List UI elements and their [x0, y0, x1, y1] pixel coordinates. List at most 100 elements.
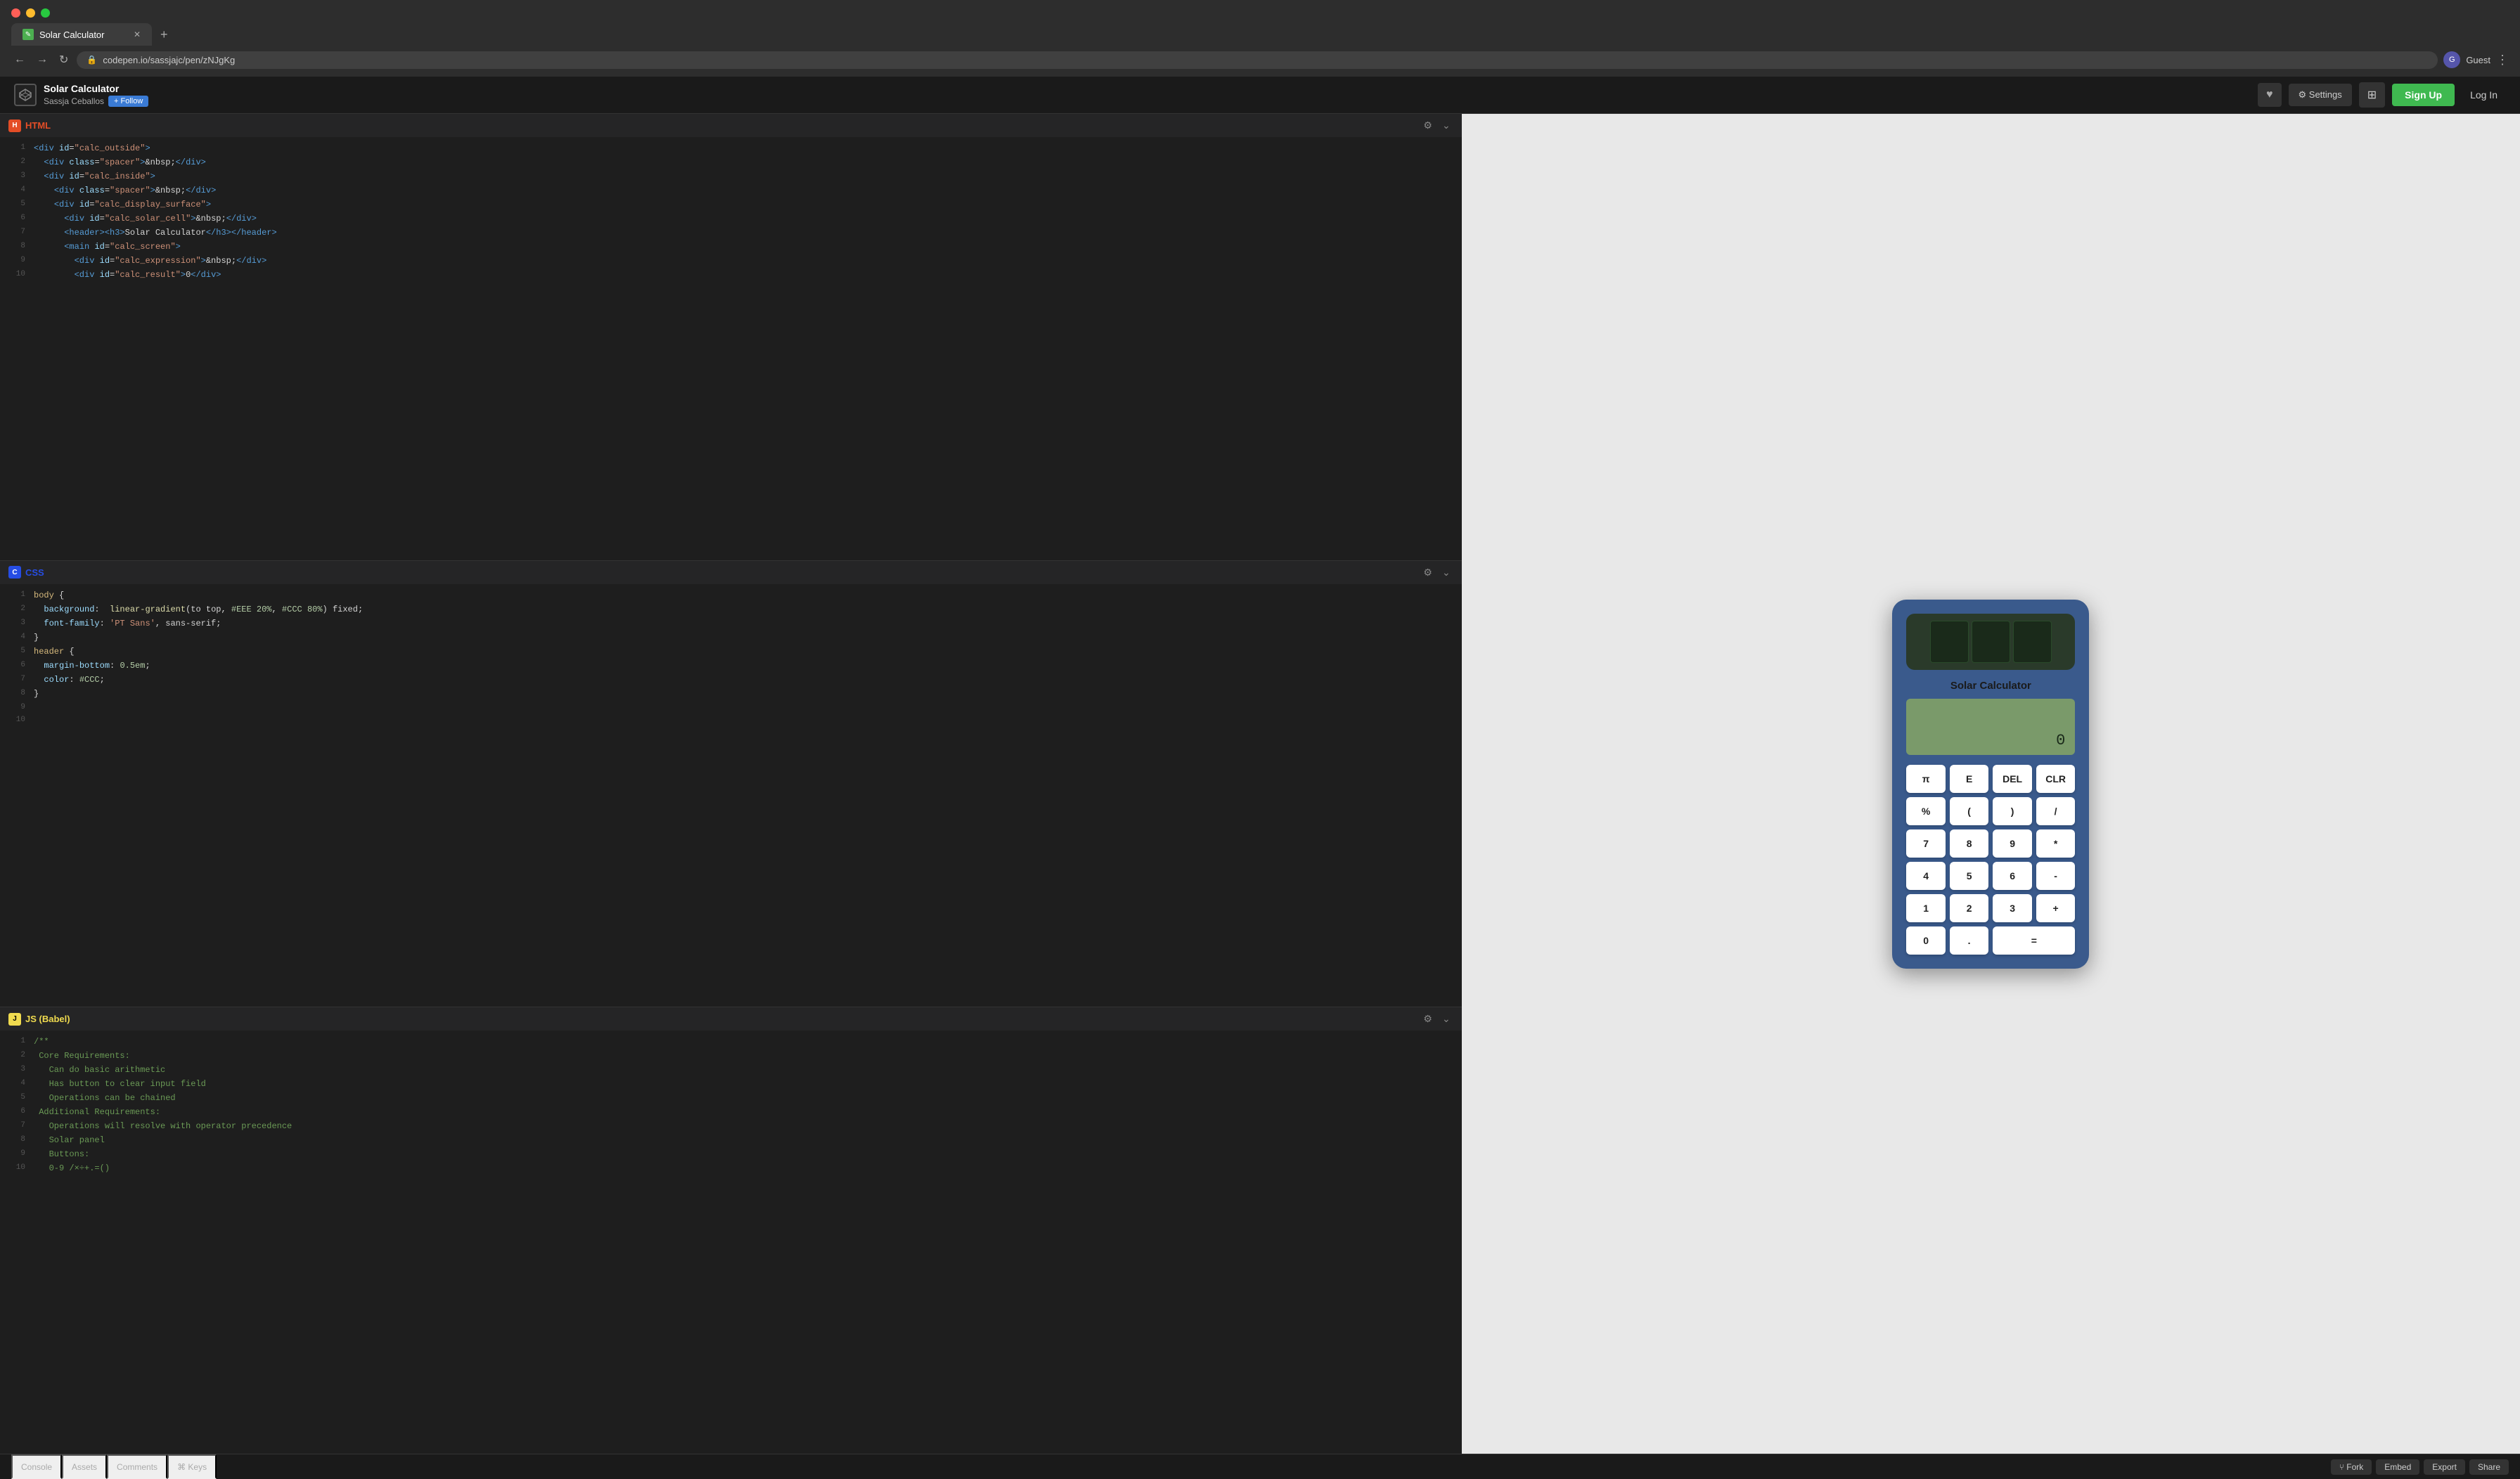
- url-text: codepen.io/sassjajc/pen/zNJgKg: [103, 55, 235, 65]
- calc-button-8[interactable]: 8: [1950, 829, 1989, 858]
- html-badge-icon: H: [8, 120, 21, 132]
- browser-tab[interactable]: ✎ Solar Calculator ✕: [11, 23, 152, 46]
- calc-button-del[interactable]: DEL: [1993, 765, 2032, 793]
- new-tab-button[interactable]: +: [155, 27, 174, 42]
- js-code-area[interactable]: 1/** 2 Core Requirements: 3 Can do basic…: [0, 1031, 1462, 1454]
- calc-button-divide[interactable]: /: [2036, 797, 2076, 825]
- code-line: 3 font-family: 'PT Sans', sans-serif;: [0, 616, 1462, 631]
- code-line: 5header {: [0, 645, 1462, 659]
- code-line: 1body {: [0, 588, 1462, 602]
- profile-icon[interactable]: G: [2443, 51, 2460, 68]
- traffic-lights: [0, 0, 2520, 23]
- settings-button[interactable]: ⚙ Settings: [2289, 84, 2352, 106]
- console-tab[interactable]: Console: [11, 1454, 62, 1479]
- calc-button-clr[interactable]: CLR: [2036, 765, 2076, 793]
- solar-cell-3: [2013, 621, 2052, 663]
- code-line: 4}: [0, 631, 1462, 645]
- main-content: H HTML ⚙ ⌄ 1<div id="calc_outside"> 2 <d…: [0, 114, 2520, 1454]
- calc-button-equals[interactable]: =: [1993, 926, 2075, 955]
- js-badge: J JS (Babel): [8, 1013, 70, 1026]
- code-line: 9 Buttons:: [0, 1147, 1462, 1161]
- code-line: 10 <div id="calc_result">0</div>: [0, 268, 1462, 282]
- calc-button-4[interactable]: 4: [1906, 862, 1946, 890]
- calc-button-pi[interactable]: π: [1906, 765, 1946, 793]
- html-panel-controls: ⚙ ⌄: [1420, 118, 1453, 133]
- code-line: 2 background: linear-gradient(to top, #E…: [0, 602, 1462, 616]
- solar-cell-1: [1930, 621, 1969, 663]
- calc-button-3[interactable]: 3: [1993, 894, 2032, 922]
- codepen-header: Solar Calculator Sassja Ceballos + Follo…: [0, 77, 2520, 114]
- share-button[interactable]: Share: [2469, 1459, 2509, 1475]
- solar-cells: [1930, 621, 2052, 663]
- layout-button[interactable]: ⊞: [2359, 82, 2385, 108]
- calc-button-1[interactable]: 1: [1906, 894, 1946, 922]
- js-badge-icon: J: [8, 1013, 21, 1026]
- preview-panel: Solar Calculator 0 π E DEL CLR % ( ) / 7…: [1462, 114, 2520, 1454]
- guest-label: Guest: [2466, 55, 2490, 65]
- address-bar-row: ← → ↻ 🔒 codepen.io/sassjajc/pen/zNJgKg G…: [0, 46, 2520, 77]
- js-settings-button[interactable]: ⚙: [1420, 1012, 1435, 1026]
- calc-button-9[interactable]: 9: [1993, 829, 2032, 858]
- css-code-area[interactable]: 1body { 2 background: linear-gradient(to…: [0, 584, 1462, 1007]
- lock-icon: 🔒: [86, 55, 97, 65]
- code-line: 4 <div class="spacer">&nbsp;</div>: [0, 183, 1462, 198]
- css-label: CSS: [25, 567, 44, 578]
- browser-chrome: ✎ Solar Calculator ✕ + ← → ↻ 🔒 codepen.i…: [0, 0, 2520, 77]
- code-line: 8}: [0, 687, 1462, 701]
- embed-button[interactable]: Embed: [2376, 1459, 2419, 1475]
- login-button[interactable]: Log In: [2462, 84, 2506, 106]
- signup-button[interactable]: Sign Up: [2392, 84, 2455, 106]
- code-line: 1<div id="calc_outside">: [0, 141, 1462, 155]
- calc-button-minus[interactable]: -: [2036, 862, 2076, 890]
- html-collapse-button[interactable]: ⌄: [1439, 118, 1453, 133]
- calc-button-5[interactable]: 5: [1950, 862, 1989, 890]
- follow-button[interactable]: + Follow: [108, 96, 148, 107]
- calculator-buttons: π E DEL CLR % ( ) / 7 8 9 * 4 5 6 - 1 2 …: [1906, 765, 2075, 955]
- html-settings-button[interactable]: ⚙: [1420, 118, 1435, 133]
- code-line: 4 Has button to clear input field: [0, 1077, 1462, 1091]
- calc-button-lparen[interactable]: (: [1950, 797, 1989, 825]
- keys-tab[interactable]: ⌘ Keys: [167, 1454, 217, 1479]
- css-collapse-button[interactable]: ⌄: [1439, 565, 1453, 580]
- code-line: 6 <div id="calc_solar_cell">&nbsp;</div>: [0, 212, 1462, 226]
- comments-tab[interactable]: Comments: [107, 1454, 167, 1479]
- code-line: 8 <main id="calc_screen">: [0, 240, 1462, 254]
- calc-button-multiply[interactable]: *: [2036, 829, 2076, 858]
- calc-button-2[interactable]: 2: [1950, 894, 1989, 922]
- css-panel-header: C CSS ⚙ ⌄: [0, 561, 1462, 584]
- css-settings-button[interactable]: ⚙: [1420, 565, 1435, 580]
- minimize-button[interactable]: [26, 8, 35, 18]
- calc-button-e[interactable]: E: [1950, 765, 1989, 793]
- code-line: 2 <div class="spacer">&nbsp;</div>: [0, 155, 1462, 169]
- css-panel-controls: ⚙ ⌄: [1420, 565, 1453, 580]
- tab-close-button[interactable]: ✕: [134, 30, 141, 39]
- profile-area: G Guest ⋮: [2443, 51, 2509, 68]
- js-panel-controls: ⚙ ⌄: [1420, 1012, 1453, 1026]
- close-button[interactable]: [11, 8, 20, 18]
- js-collapse-button[interactable]: ⌄: [1439, 1012, 1453, 1026]
- browser-menu-button[interactable]: ⋮: [2496, 53, 2509, 67]
- calc-button-rparen[interactable]: ): [1993, 797, 2032, 825]
- pen-title: Solar Calculator: [44, 83, 148, 94]
- js-label: JS (Babel): [25, 1014, 70, 1024]
- heart-button[interactable]: ♥: [2258, 83, 2282, 107]
- fork-button[interactable]: ⑂ Fork: [2331, 1459, 2372, 1475]
- calc-button-6[interactable]: 6: [1993, 862, 2032, 890]
- assets-tab[interactable]: Assets: [62, 1454, 107, 1479]
- back-button[interactable]: ←: [11, 51, 28, 69]
- maximize-button[interactable]: [41, 8, 50, 18]
- address-bar[interactable]: 🔒 codepen.io/sassjajc/pen/zNJgKg: [77, 51, 2438, 69]
- calculator-screen: 0: [1906, 699, 2075, 755]
- calc-button-0[interactable]: 0: [1906, 926, 1946, 955]
- header-right: ♥ ⚙ Settings ⊞ Sign Up Log In: [2258, 82, 2506, 108]
- calc-button-decimal[interactable]: .: [1950, 926, 1989, 955]
- code-line: 5 Operations can be chained: [0, 1091, 1462, 1105]
- calc-button-7[interactable]: 7: [1906, 829, 1946, 858]
- export-button[interactable]: Export: [2424, 1459, 2465, 1475]
- code-line: 3 Can do basic arithmetic: [0, 1063, 1462, 1077]
- html-code-area[interactable]: 1<div id="calc_outside"> 2 <div class="s…: [0, 137, 1462, 560]
- reload-button[interactable]: ↻: [56, 50, 71, 70]
- calc-button-plus[interactable]: +: [2036, 894, 2076, 922]
- forward-button[interactable]: →: [34, 51, 51, 69]
- calc-button-percent[interactable]: %: [1906, 797, 1946, 825]
